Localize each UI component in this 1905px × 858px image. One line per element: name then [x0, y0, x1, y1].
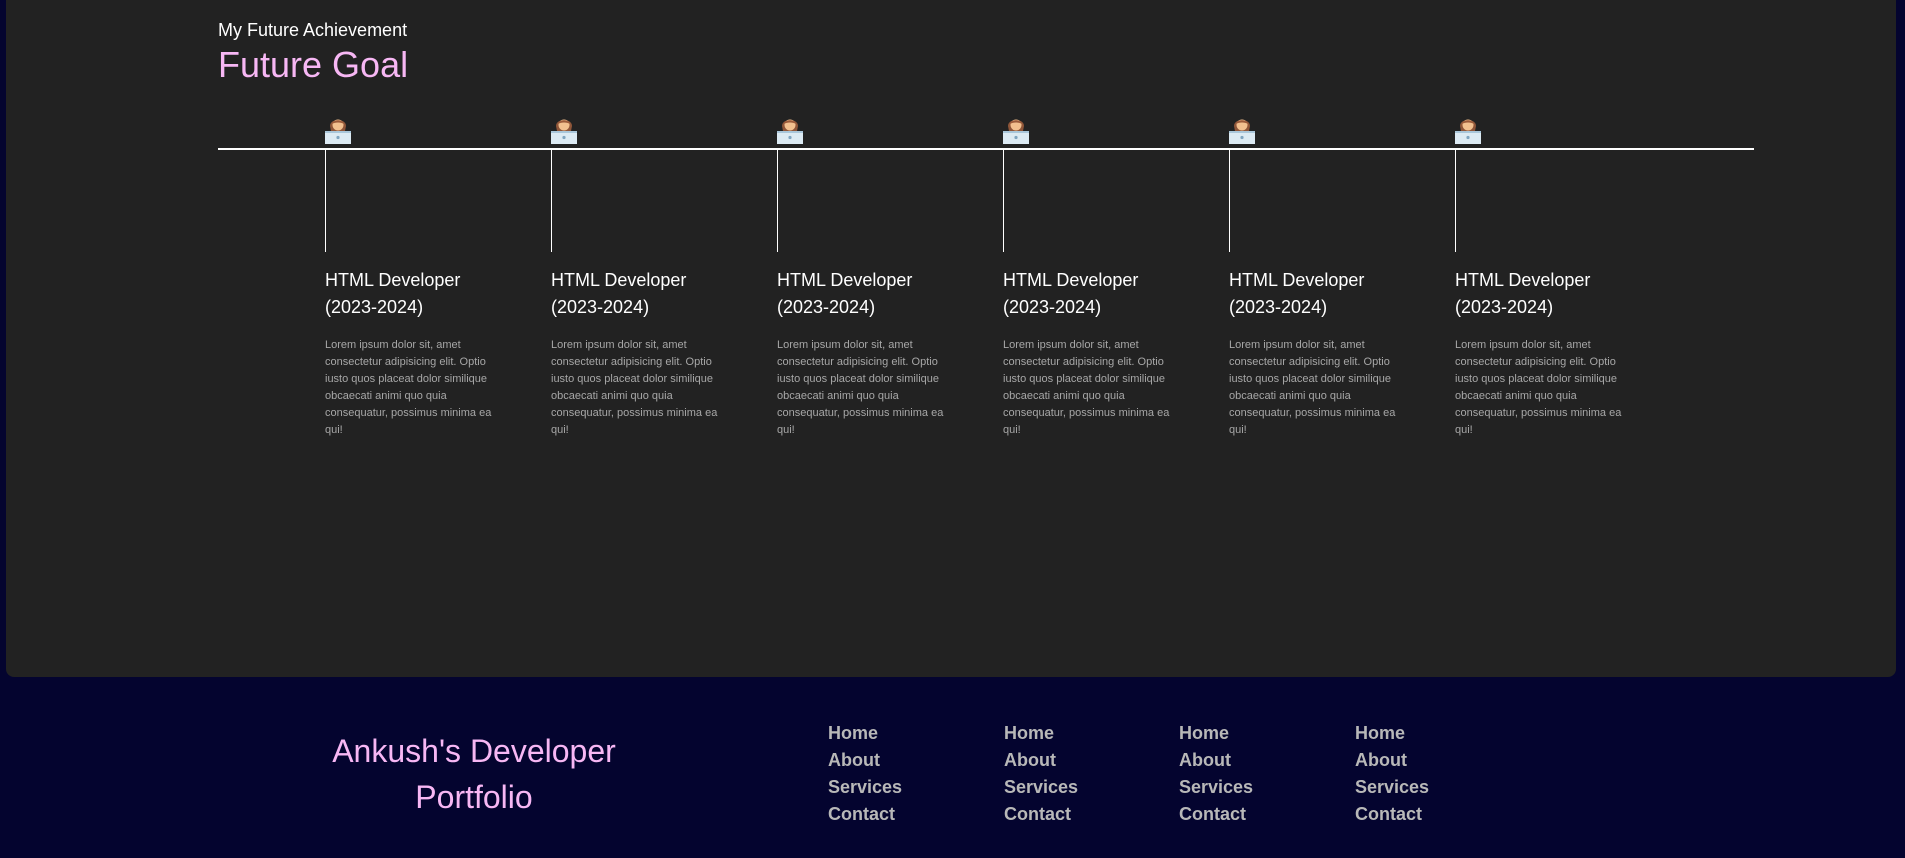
item-title: HTML Developer (2023-2024)	[1229, 270, 1365, 317]
timeline-connector	[1229, 150, 1230, 252]
footer-link-about[interactable]: About	[828, 747, 958, 774]
item-title: HTML Developer (2023-2024)	[777, 270, 913, 317]
footer-link-about[interactable]: About	[1179, 747, 1309, 774]
item-title: HTML Developer (2023-2024)	[325, 270, 461, 317]
item-description: Lorem ipsum dolor sit, amet consectetur …	[1229, 339, 1396, 436]
item-title: HTML Developer (2023-2024)	[1455, 270, 1591, 317]
footer-link-contact[interactable]: Contact	[1355, 801, 1485, 828]
footer-link-home[interactable]: Home	[1179, 720, 1309, 747]
item-description: Lorem ipsum dolor sit, amet consectetur …	[777, 339, 944, 436]
person-at-laptop-icon	[1455, 119, 1481, 144]
footer-link-home[interactable]: Home	[1004, 720, 1134, 747]
section-title: Future Goal	[218, 44, 409, 85]
item-description: Lorem ipsum dolor sit, amet consectetur …	[325, 339, 492, 436]
timeline-connector	[551, 150, 552, 252]
item-description: Lorem ipsum dolor sit, amet consectetur …	[551, 339, 718, 436]
item-title: HTML Developer (2023-2024)	[1003, 270, 1139, 317]
footer-link-services[interactable]: Services	[1179, 774, 1309, 801]
footer-link-about[interactable]: About	[1004, 747, 1134, 774]
footer-brand: Ankush's Developer Portfolio	[332, 733, 616, 815]
timeline-connector	[777, 150, 778, 252]
section-kicker: My Future Achievement	[218, 20, 408, 40]
person-at-laptop-icon	[1003, 119, 1029, 144]
timeline-connector	[325, 150, 326, 252]
footer-link-services[interactable]: Services	[828, 774, 958, 801]
future-goal-section: My Future Achievement Future Goal HTML D…	[6, 0, 1896, 677]
footer-link-about[interactable]: About	[1355, 747, 1485, 774]
person-at-laptop-icon	[1229, 119, 1255, 144]
timeline-connector	[1003, 150, 1004, 252]
person-at-laptop-icon	[777, 119, 803, 144]
footer-link-contact[interactable]: Contact	[1179, 801, 1309, 828]
timeline-line	[218, 148, 1754, 150]
footer-link-home[interactable]: Home	[1355, 720, 1485, 747]
footer-link-services[interactable]: Services	[1355, 774, 1485, 801]
footer-link-contact[interactable]: Contact	[1004, 801, 1134, 828]
item-title: HTML Developer (2023-2024)	[551, 270, 687, 317]
person-at-laptop-icon	[325, 119, 351, 144]
item-description: Lorem ipsum dolor sit, amet consectetur …	[1003, 339, 1170, 436]
footer-nav-column-3: Home About Services Contact	[1179, 720, 1309, 828]
footer-nav-column-2: Home About Services Contact	[1004, 720, 1134, 828]
footer-link-services[interactable]: Services	[1004, 774, 1134, 801]
footer-nav-column-1: Home About Services Contact	[828, 720, 958, 828]
page: My Future Achievement Future Goal HTML D…	[0, 0, 1905, 858]
footer-link-contact[interactable]: Contact	[828, 801, 958, 828]
person-at-laptop-icon	[551, 119, 577, 144]
footer-link-home[interactable]: Home	[828, 720, 958, 747]
item-description: Lorem ipsum dolor sit, amet consectetur …	[1455, 339, 1622, 436]
footer-nav-column-4: Home About Services Contact	[1355, 720, 1485, 828]
timeline-connector	[1455, 150, 1456, 252]
